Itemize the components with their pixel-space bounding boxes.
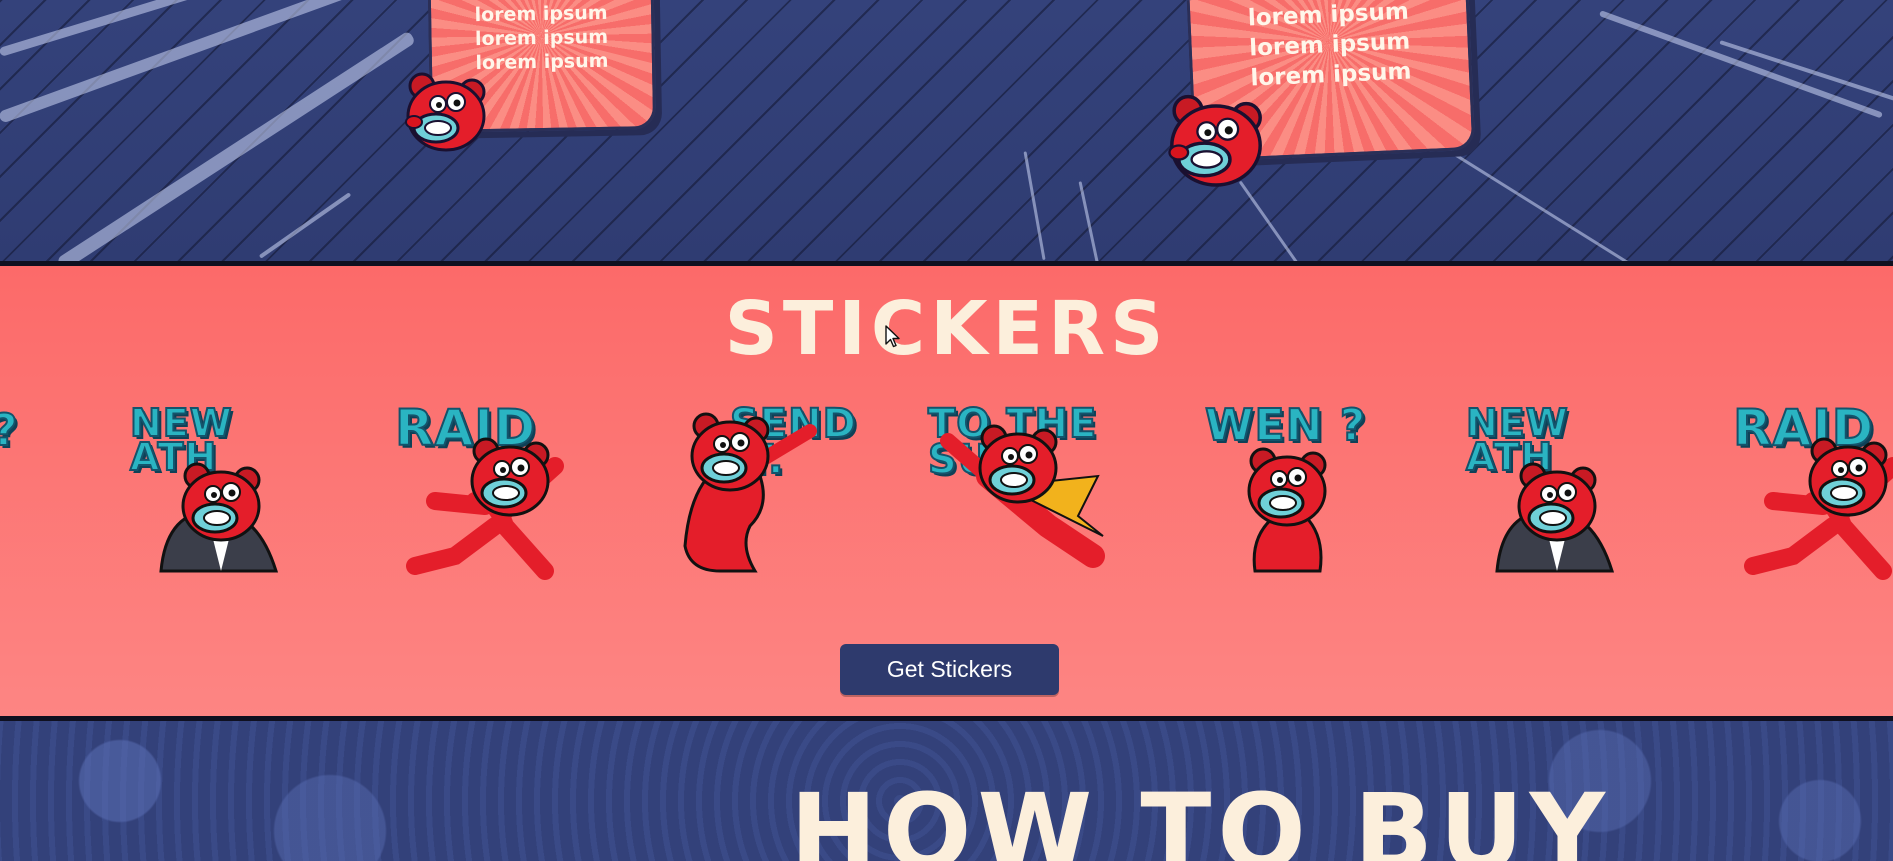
light-ray xyxy=(1598,10,1883,119)
light-ray xyxy=(1449,150,1655,261)
how-to-buy-heading: HOW TO BUY xyxy=(790,771,1611,861)
mascot-head-icon xyxy=(1168,94,1262,187)
how-to-buy-section: HOW TO BUY xyxy=(0,721,1893,861)
sticker-new-ath-sticker[interactable]: NEW ATH xyxy=(126,403,326,596)
light-ray xyxy=(1023,151,1046,261)
light-ray xyxy=(258,192,352,259)
hero-section: lorem ipsum lorem ipsum lorem ipsum lore… xyxy=(0,0,1893,261)
mouse-cursor-icon xyxy=(885,325,900,348)
light-ray xyxy=(1238,180,1311,261)
new-ath-sticker-icon xyxy=(159,462,279,573)
raid-sticker-partial-icon xyxy=(1744,437,1893,580)
sticker-raid-sticker[interactable]: RAID xyxy=(394,402,595,596)
sticker-send-it-sticker[interactable]: SEND IT. xyxy=(660,403,860,596)
to-the-sun-sticker-icon xyxy=(940,424,1105,568)
sticker-raid-sticker-partial[interactable]: RAID xyxy=(1732,402,1893,596)
new-ath-sticker-icon xyxy=(1495,462,1615,573)
stickers-section: STICKERS ? NEW ATH RAID xyxy=(0,261,1893,721)
sticker-wen-sticker[interactable]: WEN ? xyxy=(1204,403,1405,596)
sticker-new-ath-sticker[interactable]: NEW ATH xyxy=(1462,403,1662,596)
raid-sticker-icon xyxy=(406,437,564,580)
light-ray xyxy=(56,30,417,261)
light-ray xyxy=(1719,40,1893,106)
get-stickers-button[interactable]: Get Stickers xyxy=(840,644,1059,695)
wen-sticker-icon xyxy=(1247,447,1327,573)
sticker-to-the-sun-sticker[interactable]: TO THE SUN xyxy=(927,403,1128,596)
send-it-sticker-icon xyxy=(683,412,817,573)
light-ray xyxy=(1078,181,1101,261)
light-ray xyxy=(0,0,327,57)
mascot-head-icon xyxy=(405,72,486,152)
